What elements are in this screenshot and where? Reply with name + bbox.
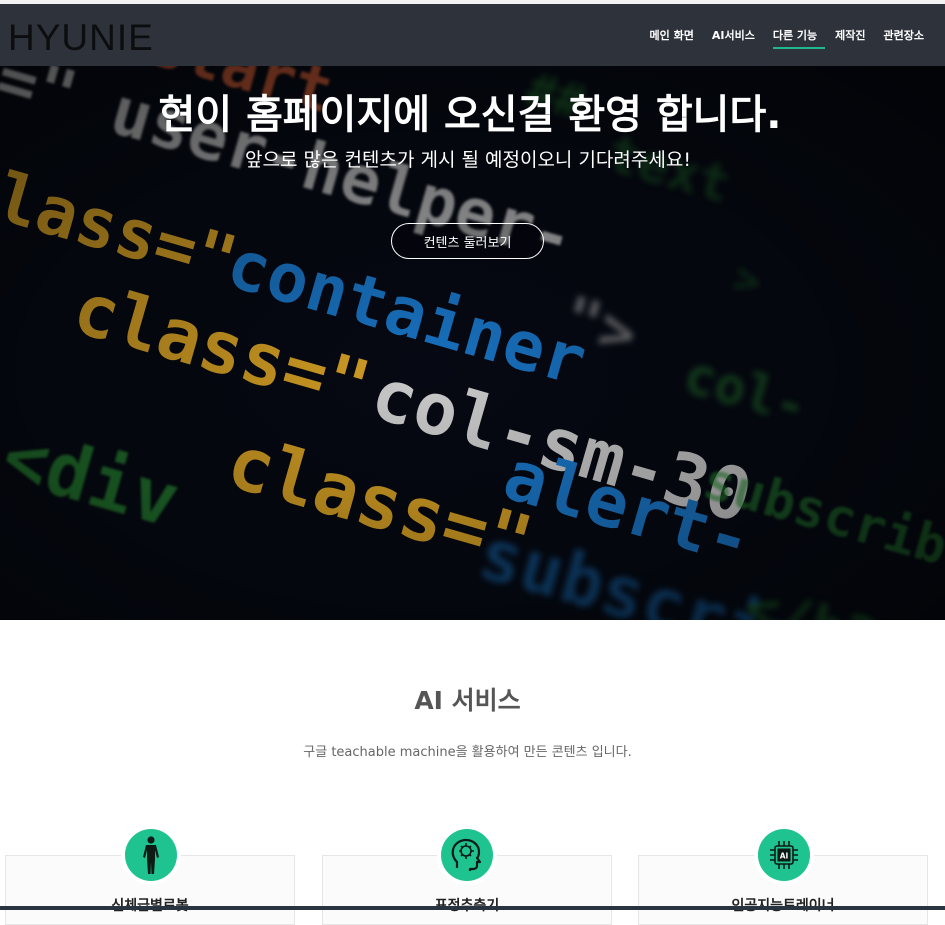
hero-title: 현이 홈페이지에 오신걸 환영 합니다. bbox=[158, 92, 782, 138]
nav-item-places[interactable]: 관련장소 bbox=[875, 4, 933, 66]
brain-head-icon bbox=[441, 829, 493, 881]
ai-chip-icon: AI bbox=[758, 829, 810, 881]
nav-item-main[interactable]: 메인 화면 bbox=[641, 4, 703, 66]
bottom-bar bbox=[0, 906, 945, 910]
services-title: AI 서비스 bbox=[414, 686, 521, 715]
human-body-icon bbox=[125, 829, 177, 881]
brand-logo[interactable]: HYUNIE bbox=[8, 18, 154, 58]
navbar: HYUNIE 메인 화면 AI서비스 다른 기능 제작진 관련장소 bbox=[0, 4, 945, 66]
services-description: 구글 teachable machine을 활용하여 만든 콘텐츠 입니다. bbox=[303, 745, 632, 760]
nav-item-team[interactable]: 제작진 bbox=[826, 4, 874, 66]
hero-section: ion-start ## =" user-helper- text lass="… bbox=[0, 66, 945, 620]
svg-text:AI: AI bbox=[780, 852, 789, 861]
nav-item-other-features[interactable]: 다른 기능 bbox=[764, 4, 826, 66]
nav-menu: 메인 화면 AI서비스 다른 기능 제작진 관련장소 bbox=[641, 4, 933, 66]
nav-item-ai-service[interactable]: AI서비스 bbox=[703, 4, 764, 66]
hero-subtitle: 앞으로 많은 컨텐츠가 게시 될 예정이오니 기다려주세요! bbox=[245, 149, 691, 171]
browse-contents-button[interactable]: 컨텐츠 둘러보기 bbox=[391, 223, 544, 259]
